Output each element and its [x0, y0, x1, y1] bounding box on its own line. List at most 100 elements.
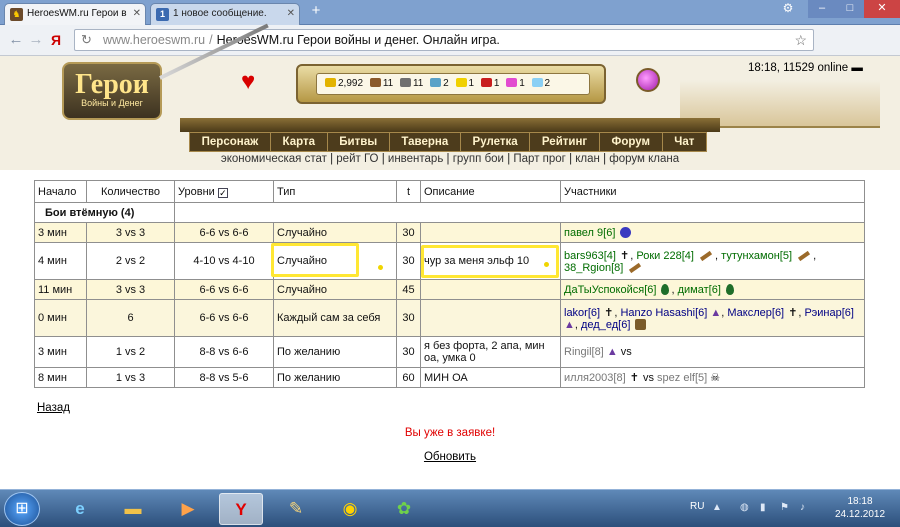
- menu-battles[interactable]: Битвы: [326, 133, 389, 151]
- menu-tavern[interactable]: Таверна: [388, 133, 460, 151]
- menu-character[interactable]: Персонаж: [190, 133, 270, 151]
- bookmark-star-icon[interactable]: ☆: [794, 30, 807, 50]
- internet-explorer-icon[interactable]: e: [58, 493, 102, 525]
- wizard-hat-icon: ▲: [710, 306, 722, 319]
- cell-participants: павел 9[6]: [560, 222, 865, 243]
- vs-label: vs: [620, 346, 632, 358]
- sublink-econ-stat[interactable]: экономическая стат: [221, 153, 327, 165]
- language-indicator[interactable]: RU: [690, 501, 704, 512]
- player-link[interactable]: Hanzo Hasashi[6]: [620, 307, 707, 319]
- cell-participants: bars963[4] ✝, Роки 228[4] , тутунхамон[5…: [560, 242, 865, 280]
- volume-icon[interactable]: ♪: [800, 502, 805, 513]
- mercury-icon: [430, 78, 442, 87]
- back-link[interactable]: Назад: [37, 402, 70, 414]
- reload-icon[interactable]: ↻: [81, 30, 92, 50]
- sublink-clan[interactable]: клан: [575, 153, 600, 165]
- cell-type: Случайно: [273, 222, 397, 243]
- folder-icon[interactable]: ▬: [111, 493, 155, 525]
- tab-close-icon[interactable]: ✕: [133, 4, 141, 24]
- online-icon[interactable]: ▬: [851, 62, 863, 74]
- levels-checkbox[interactable]: ✓: [217, 187, 228, 198]
- sublink-inventory[interactable]: инвентарь: [388, 153, 443, 165]
- player-link[interactable]: bars963[4]: [564, 250, 616, 262]
- cell-desc: [420, 299, 561, 337]
- header-start: Начало: [34, 180, 87, 203]
- refresh-link[interactable]: Обновить: [0, 451, 900, 463]
- game-header: Герои Войны и Денег ♥ 2,992 11 11 2 1 1 …: [0, 23, 900, 170]
- heart-icon[interactable]: ♥: [241, 68, 255, 96]
- new-tab-button[interactable]: +: [305, 3, 327, 21]
- player-link[interactable]: Роки 228[4]: [636, 250, 694, 262]
- yandex-browser-icon[interactable]: Y: [219, 493, 263, 525]
- network-icon[interactable]: ▮: [760, 502, 766, 513]
- table-row: 0 мин 6 6-6 vs 6-6 Каждый сам за себя 30…: [34, 299, 865, 337]
- heroes-favicon-icon: ♞: [10, 8, 23, 21]
- back-arrow-icon[interactable]: ←: [6, 30, 26, 50]
- group-row: Бои втёмную (4): [34, 202, 865, 223]
- error-message: Вы уже в заявке!: [404, 427, 496, 439]
- beast-icon: [635, 318, 647, 330]
- cell-participants: илля2003[8] ✝ vs spez elf[5] ☠: [560, 367, 865, 388]
- player-link[interactable]: тутунхамон[5]: [721, 250, 792, 262]
- tab-messages[interactable]: 1 1 новое сообщение. ✕: [150, 3, 300, 25]
- header-t: t: [396, 180, 421, 203]
- player-link[interactable]: павел 9[6]: [564, 227, 615, 239]
- yandex-button[interactable]: Я: [46, 30, 66, 50]
- resource-crystal: 1: [493, 78, 500, 89]
- sublink-rating-go[interactable]: рейт ГО: [336, 153, 378, 165]
- maximize-button[interactable]: □: [836, 0, 864, 18]
- player-link[interactable]: илля2003[8]: [564, 372, 626, 384]
- minimize-button[interactable]: –: [808, 0, 836, 18]
- highlight-box: [271, 243, 359, 277]
- icq-icon[interactable]: ✿: [382, 493, 426, 525]
- table-header-row: Начало Количество Уровни ✓ Тип t Описани…: [34, 180, 865, 203]
- time-online-text: 18:18, 11529 online: [748, 62, 849, 74]
- ore-icon: [399, 78, 411, 87]
- player-link[interactable]: Ringil[8]: [564, 346, 604, 358]
- cell-levels: 6-6 vs 6-6: [174, 222, 274, 243]
- player-link[interactable]: Макслер[6]: [727, 307, 784, 319]
- menu-chat[interactable]: Чат: [661, 133, 706, 151]
- player-link[interactable]: дед_ед[6]: [581, 319, 630, 331]
- forward-arrow-icon[interactable]: →: [26, 30, 46, 50]
- resource-mercury: 2: [443, 78, 449, 89]
- close-window-button[interactable]: ✕: [864, 0, 900, 18]
- address-bar[interactable]: ↻ www.heroeswm.ru / HeroesWM.ru Герои войн…: [74, 29, 814, 51]
- player-link[interactable]: Рэинар[6]: [805, 307, 854, 319]
- cell-type: Каждый сам за себя: [273, 299, 397, 337]
- tray-app-icon[interactable]: ◍: [740, 502, 749, 513]
- wizard-hat-icon: ▲: [564, 318, 575, 331]
- player-link[interactable]: димат[6]: [678, 284, 721, 296]
- menu-roulette[interactable]: Рулетка: [459, 133, 529, 151]
- sublink-part-prog[interactable]: Парт прог: [513, 153, 565, 165]
- player-link[interactable]: spez elf[5]: [657, 372, 707, 384]
- player-link[interactable]: lakor[6]: [564, 307, 600, 319]
- cell-start: 3 мин: [34, 222, 87, 243]
- player-link[interactable]: 38_Rgion[8]: [564, 262, 623, 274]
- menu-map[interactable]: Карта: [269, 133, 327, 151]
- clock[interactable]: 18:18 24.12.2012: [820, 495, 900, 521]
- flag-icon[interactable]: ⚑: [780, 502, 789, 513]
- game-logo[interactable]: Герои: [62, 62, 162, 120]
- header-ornament: [180, 118, 720, 132]
- sublink-group-battles[interactable]: групп бои: [453, 153, 504, 165]
- cell-t: 30: [396, 242, 421, 280]
- cell-levels: 4-10 vs 4-10: [174, 242, 274, 280]
- start-button[interactable]: ⊞: [4, 492, 40, 526]
- mana-orb-icon[interactable]: [636, 68, 660, 92]
- table-row: 3 мин 1 vs 2 8-8 vs 6-6 По желанию 30 я …: [34, 336, 865, 368]
- menu-forum[interactable]: Форум: [598, 133, 662, 151]
- tray-arrow-icon[interactable]: ▲: [712, 502, 722, 513]
- sublink-clan-forum[interactable]: форум клана: [609, 153, 679, 165]
- tab-heroeswm[interactable]: ♞ HeroesWM.ru Герои в ✕: [4, 3, 146, 25]
- paint-icon[interactable]: ✎: [274, 493, 318, 525]
- cell-levels: 8-8 vs 5-6: [174, 367, 274, 388]
- tab-close-icon[interactable]: ✕: [287, 4, 295, 24]
- settings-icon[interactable]: ⚙: [776, 0, 800, 18]
- menu-rating[interactable]: Рейтинг: [529, 133, 599, 151]
- gems-icon: [506, 78, 518, 87]
- media-player-icon[interactable]: ▶: [166, 493, 210, 525]
- player-link[interactable]: ДаТыУспокойся[6]: [564, 284, 656, 296]
- cell-t: 60: [396, 367, 421, 388]
- chrome-icon[interactable]: ◉: [328, 493, 372, 525]
